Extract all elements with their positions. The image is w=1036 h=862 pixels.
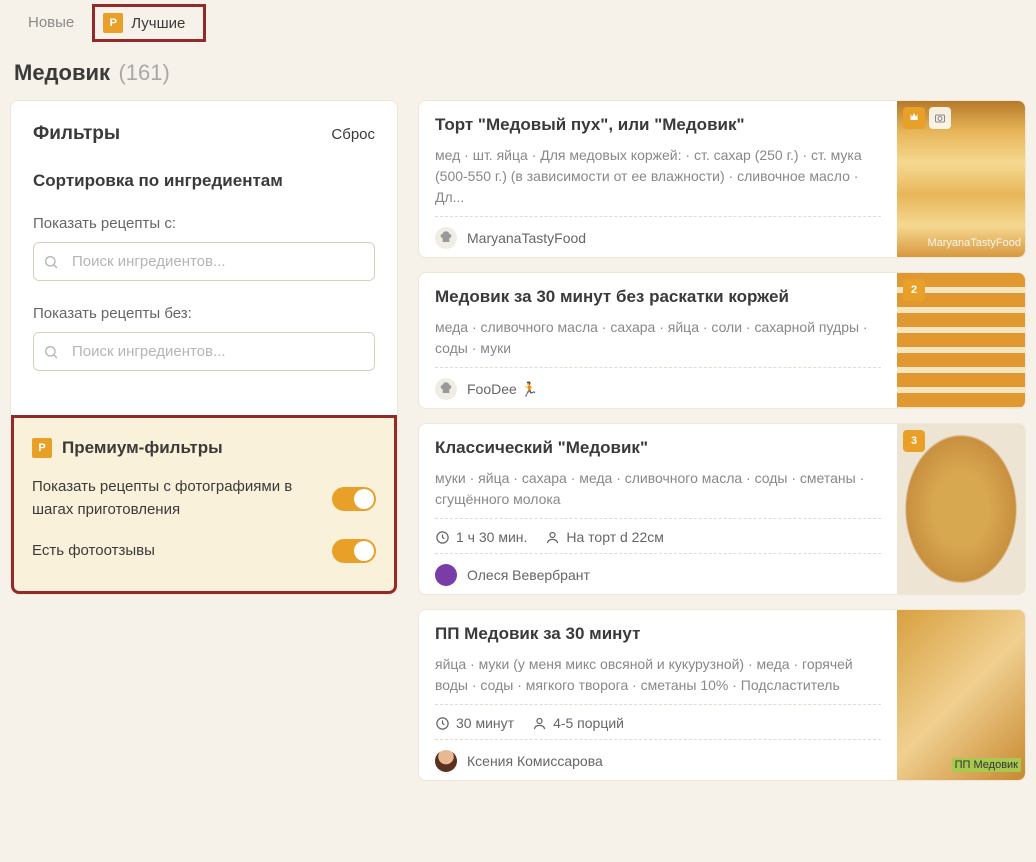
clock-icon bbox=[435, 716, 450, 731]
rank-badge: 3 bbox=[903, 430, 925, 452]
premium-title: Премиум-фильтры bbox=[62, 438, 223, 458]
filters-reset[interactable]: Сброс bbox=[331, 126, 375, 143]
show-with-label: Показать рецепты с: bbox=[33, 215, 375, 232]
rank-badge bbox=[903, 107, 925, 129]
filters-title: Фильтры bbox=[33, 123, 120, 145]
page-heading: Медовик (161) bbox=[14, 60, 1026, 86]
avatar bbox=[435, 227, 457, 249]
page-title: Медовик bbox=[14, 60, 110, 85]
search-with-input[interactable] bbox=[33, 242, 375, 281]
recipe-image: 2 bbox=[897, 273, 1025, 408]
recipe-ingredients: яйца · муки (у меня микс овсяной и кукур… bbox=[435, 654, 881, 696]
sort-title: Сортировка по ингредиентам bbox=[33, 171, 375, 191]
servings-icon bbox=[545, 530, 560, 545]
photo-badge bbox=[929, 107, 951, 129]
recipe-title: Медовик за 30 минут без раскатки коржей bbox=[435, 287, 881, 307]
premium-filters: P Премиум-фильтры Показать рецепты с фот… bbox=[11, 415, 397, 594]
watermark: MaryanaTastyFood bbox=[927, 237, 1021, 249]
avatar bbox=[435, 378, 457, 400]
recipe-author: FooDee 🏃 bbox=[467, 381, 538, 398]
recipe-ingredients: мед · шт. яйца · Для медовых коржей: · с… bbox=[435, 145, 881, 208]
premium-icon: P bbox=[32, 438, 52, 458]
recipe-card[interactable]: Классический "Медовик" муки · яйца · сах… bbox=[418, 423, 1026, 595]
rank-badge: 2 bbox=[903, 279, 925, 301]
page-count: (161) bbox=[118, 60, 169, 85]
recipe-servings: 4-5 порций bbox=[553, 715, 624, 731]
recipe-title: ПП Медовик за 30 минут bbox=[435, 624, 881, 644]
recipe-image: MaryanaTastyFood bbox=[897, 101, 1025, 257]
avatar bbox=[435, 750, 457, 772]
recipe-author: MaryanaTastyFood bbox=[467, 230, 586, 246]
premium-photos-label: Показать рецепты с фотографиями в шагах … bbox=[32, 476, 320, 521]
clock-icon bbox=[435, 530, 450, 545]
recipe-image: 3 bbox=[897, 424, 1025, 594]
tab-best-label: Лучшие bbox=[131, 15, 185, 32]
recipe-image: ПП Медовик bbox=[897, 610, 1025, 780]
recipe-servings: На торт d 22см bbox=[566, 529, 663, 545]
show-without-label: Показать рецепты без: bbox=[33, 305, 375, 322]
recipe-ingredients: муки · яйца · сахара · меда · сливочного… bbox=[435, 468, 881, 510]
recipe-card[interactable]: Торт "Медовый пух", или "Медовик" мед · … bbox=[418, 100, 1026, 258]
premium-icon: P bbox=[103, 13, 123, 33]
recipe-list: Торт "Медовый пух", или "Медовик" мед · … bbox=[418, 100, 1026, 781]
tabs: Новые P Лучшие bbox=[10, 4, 1026, 42]
avatar bbox=[435, 564, 457, 586]
search-icon bbox=[43, 344, 59, 360]
watermark: ПП Медовик bbox=[952, 758, 1021, 772]
recipe-card[interactable]: Медовик за 30 минут без раскатки коржей … bbox=[418, 272, 1026, 409]
tab-new[interactable]: Новые bbox=[10, 4, 92, 42]
recipe-ingredients: меда · сливочного масла · сахара · яйца … bbox=[435, 317, 881, 359]
recipe-author: Ксения Комиссарова bbox=[467, 753, 603, 769]
recipe-title: Классический "Медовик" bbox=[435, 438, 881, 458]
tab-best[interactable]: P Лучшие bbox=[92, 4, 206, 42]
filters-panel: Фильтры Сброс Сортировка по ингредиентам… bbox=[10, 100, 398, 595]
recipe-card[interactable]: ПП Медовик за 30 минут яйца · муки (у ме… bbox=[418, 609, 1026, 781]
servings-icon bbox=[532, 716, 547, 731]
recipe-title: Торт "Медовый пух", или "Медовик" bbox=[435, 115, 881, 135]
search-icon bbox=[43, 254, 59, 270]
premium-photos-toggle[interactable] bbox=[332, 487, 376, 511]
recipe-time: 30 минут bbox=[456, 715, 514, 731]
recipe-time: 1 ч 30 мин. bbox=[456, 529, 527, 545]
premium-reviews-label: Есть фотоотзывы bbox=[32, 540, 320, 563]
recipe-author: Олеся Вевербрант bbox=[467, 567, 590, 583]
premium-reviews-toggle[interactable] bbox=[332, 539, 376, 563]
search-without-input[interactable] bbox=[33, 332, 375, 371]
